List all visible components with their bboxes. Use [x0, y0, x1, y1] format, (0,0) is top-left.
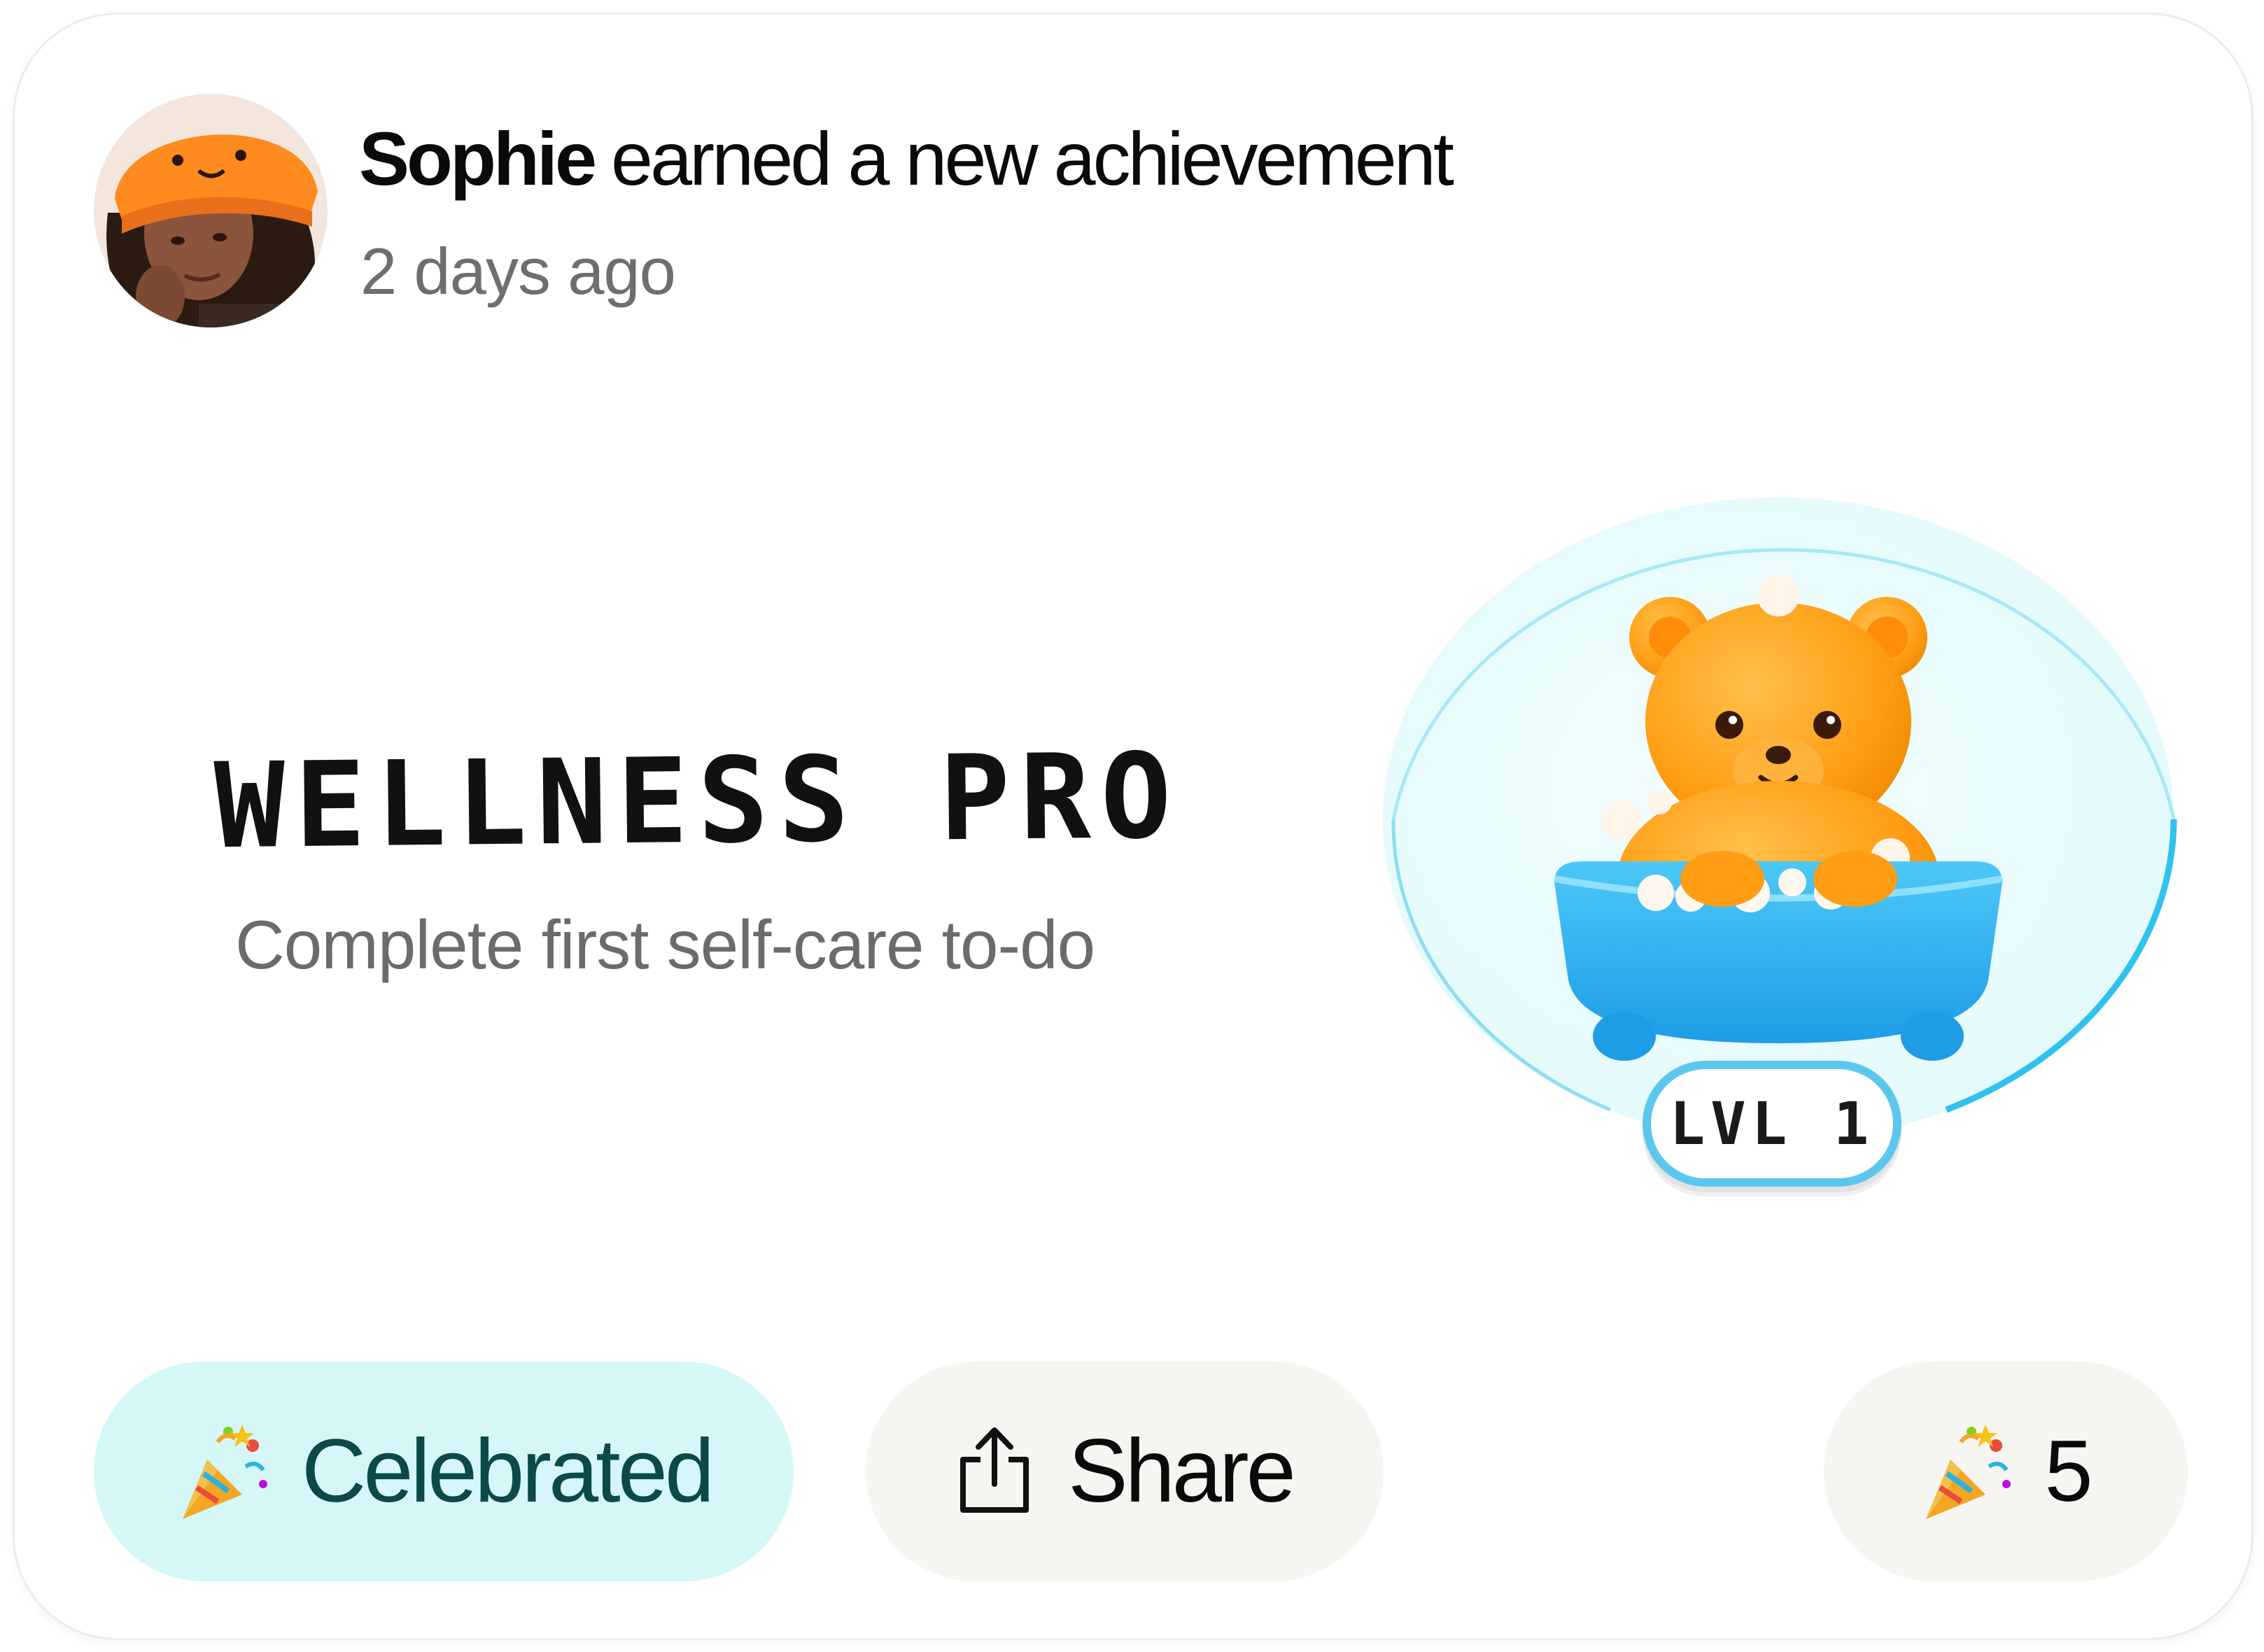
- avatar-image: [94, 94, 328, 327]
- share-button[interactable]: Share: [866, 1362, 1384, 1581]
- user-name[interactable]: Sophie: [359, 116, 597, 201]
- party-popper-icon: [1919, 1418, 2017, 1526]
- achievement-title: WELLNESS PRO: [213, 727, 1182, 875]
- timestamp: 2 days ago: [360, 234, 676, 308]
- celebration-count-button[interactable]: 5: [1824, 1362, 2188, 1581]
- celebrated-label: Celebrated: [301, 1421, 715, 1521]
- post-header: Sophie earned a new achievement: [359, 121, 1454, 197]
- party-popper-icon: [176, 1418, 274, 1526]
- avatar[interactable]: [94, 94, 328, 327]
- achievement-card: Sophie earned a new achievement 2 days ag…: [13, 13, 2254, 1640]
- share-label: Share: [1068, 1421, 1296, 1521]
- level-label: LVL 1: [1669, 1089, 1875, 1158]
- action-text: earned a new achievement: [611, 116, 1454, 201]
- level-badge: LVL 1: [1643, 1061, 1901, 1187]
- share-icon: [956, 1425, 1033, 1519]
- achievement-description: Complete first self-care to-do: [235, 906, 1095, 983]
- celebrated-button[interactable]: Celebrated: [94, 1362, 794, 1581]
- celebration-count: 5: [2044, 1423, 2093, 1520]
